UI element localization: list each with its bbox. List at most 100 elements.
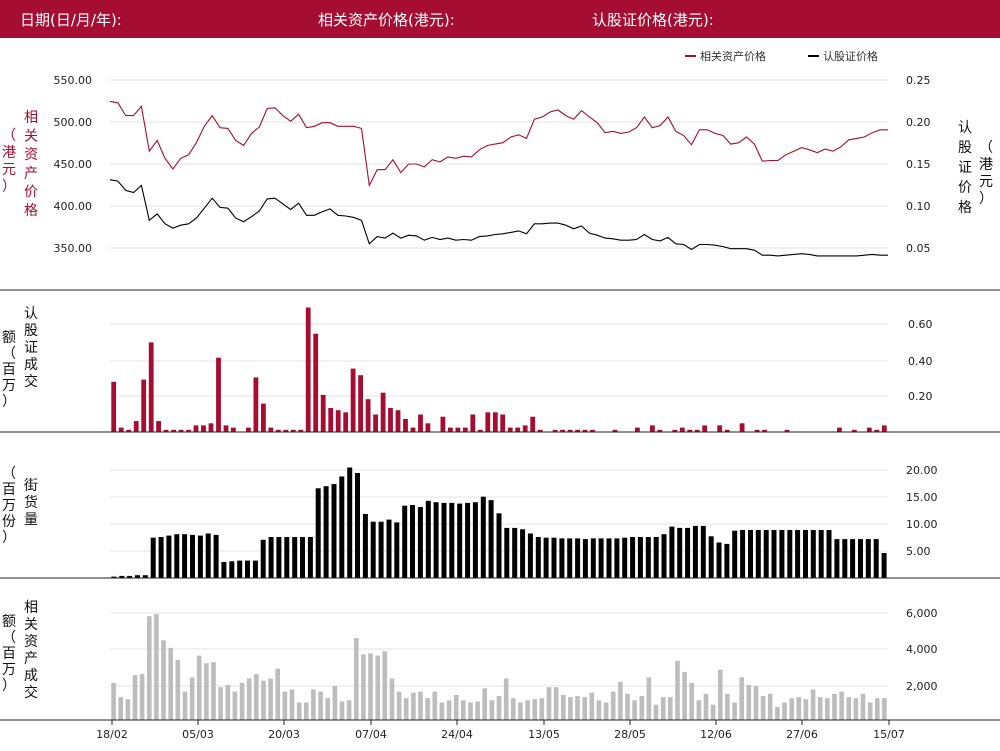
asset-turnover-bar bbox=[625, 693, 630, 720]
asset-turnover-tick-label: 2,000 bbox=[906, 680, 938, 693]
warrant-turnover-bar bbox=[246, 427, 251, 432]
outstanding-bar bbox=[653, 537, 659, 578]
asset-turnover-bar bbox=[789, 698, 794, 720]
outstanding-bar bbox=[323, 486, 329, 578]
warrant-turnover-bar bbox=[448, 427, 453, 432]
outstanding-bar bbox=[661, 534, 667, 578]
asset-turnover-bar bbox=[475, 701, 480, 720]
warrant-turnover-bar bbox=[837, 427, 842, 432]
outstanding-bar bbox=[496, 513, 502, 578]
warrant-turnover-bar bbox=[418, 414, 423, 432]
asset-turnover-bar bbox=[732, 702, 737, 720]
asset-turnover-bar bbox=[446, 700, 452, 720]
warrant-turnover-bar bbox=[462, 427, 468, 432]
asset-turnover-tick-label: 6,000 bbox=[906, 607, 938, 620]
outstanding-bar bbox=[237, 560, 243, 578]
warrant-turnover-bar bbox=[515, 427, 521, 432]
asset-turnover-bar bbox=[254, 674, 259, 720]
left-tick-label: 400.00 bbox=[54, 200, 93, 213]
outstanding-bar bbox=[622, 537, 628, 578]
warrant-turnover-bar bbox=[425, 423, 431, 432]
asset-turnover-bar bbox=[810, 689, 816, 720]
warrant-turnover-bar bbox=[881, 425, 887, 432]
outstanding-bar bbox=[527, 533, 533, 578]
asset-turnover-bar bbox=[147, 616, 152, 720]
outstanding-bar bbox=[213, 534, 219, 578]
right-tick-label: 0.05 bbox=[906, 242, 931, 255]
outstanding-tick-label: 15.00 bbox=[906, 491, 938, 504]
outstanding-bar bbox=[575, 538, 581, 578]
outstanding-bar bbox=[229, 561, 235, 578]
warrant-turnover-bar bbox=[201, 425, 206, 432]
outstanding-bar bbox=[740, 530, 746, 578]
x-tick-label: 20/03 bbox=[268, 728, 300, 741]
asset-turnover-bar bbox=[867, 702, 873, 720]
outstanding-bar bbox=[252, 560, 258, 578]
warrant-turnover-bar bbox=[223, 425, 229, 432]
asset-turnover-bar bbox=[339, 701, 345, 720]
warrant-turnover-bar bbox=[507, 427, 513, 432]
warrant-turnover-bar bbox=[111, 381, 117, 432]
asset-turnover-bar bbox=[218, 687, 223, 720]
x-tick-label: 05/03 bbox=[182, 728, 214, 741]
warrant-price-line bbox=[109, 179, 888, 257]
asset-turnover-bar bbox=[239, 682, 245, 720]
x-tick-label: 24/04 bbox=[441, 728, 473, 741]
outstanding-bar bbox=[779, 530, 785, 578]
asset-turnover-bar bbox=[389, 678, 395, 720]
outstanding-bar bbox=[834, 539, 840, 578]
asset-turnover-bar bbox=[125, 699, 131, 720]
outstanding-bar bbox=[221, 562, 227, 578]
warrant-turnover-bar bbox=[717, 425, 723, 432]
asset-turnover-bar bbox=[610, 691, 616, 720]
outstanding-bar bbox=[292, 537, 298, 578]
asset-turnover-bar bbox=[746, 685, 752, 720]
asset-turnover-bar bbox=[646, 677, 652, 720]
outstanding-bar bbox=[755, 530, 761, 578]
warrant-turnover-bar bbox=[403, 418, 408, 432]
warrant-turnover-bar bbox=[739, 423, 745, 432]
outstanding-bar bbox=[347, 467, 353, 578]
asset-turnover-bar bbox=[175, 659, 181, 720]
outstanding-bar bbox=[818, 530, 824, 578]
outstanding-bar bbox=[331, 484, 337, 578]
outstanding-bar bbox=[598, 538, 604, 578]
left-tick-label: 350.00 bbox=[54, 242, 93, 255]
asset-turnover-bar bbox=[311, 689, 316, 720]
warrant-turnover-bar bbox=[208, 423, 214, 432]
outstanding-bar bbox=[700, 525, 706, 578]
outstanding-bar bbox=[606, 538, 612, 578]
left-axis-label: 相关资产价格（港元） bbox=[2, 110, 38, 219]
asset-turnover-bar bbox=[882, 698, 887, 720]
asset-turnover-bar bbox=[782, 702, 787, 720]
asset-turnover-bar bbox=[368, 653, 373, 720]
outstanding-bar bbox=[150, 537, 156, 578]
asset-turnover-bar bbox=[689, 682, 694, 720]
asset-turnover-bar bbox=[632, 700, 637, 720]
outstanding-bar bbox=[685, 527, 691, 578]
asset-turnover-bar bbox=[154, 614, 159, 720]
outstanding-bar bbox=[716, 542, 722, 578]
outstanding-bar bbox=[504, 527, 510, 578]
warrant-turnover-bar bbox=[866, 427, 872, 432]
outstanding-bar bbox=[425, 500, 431, 578]
warrant-turnover-bar bbox=[358, 375, 363, 432]
outstanding-bar bbox=[449, 502, 455, 578]
asset-turnover-bar bbox=[589, 692, 595, 720]
asset-turnover-bar bbox=[639, 696, 645, 720]
outstanding-bar bbox=[260, 539, 266, 578]
asset-turnover-bar bbox=[332, 686, 338, 720]
asset-turnover-bar bbox=[468, 702, 473, 720]
outstanding-bar bbox=[370, 521, 376, 578]
asset-turnover-bar bbox=[710, 704, 716, 720]
chart-area: 550.00 0.25 500.00 0.20 450.00 0.15 400.00 0.10… bbox=[0, 49, 1000, 741]
outstanding-bar bbox=[826, 530, 832, 578]
left-tick-label: 500.00 bbox=[54, 116, 93, 129]
warrant-turnover-bar bbox=[193, 425, 199, 432]
outstanding-bar bbox=[771, 530, 777, 578]
asset-turnover-bar bbox=[660, 697, 666, 720]
outstanding-bar bbox=[441, 502, 447, 578]
outstanding-axis-label: 街货量（百万份） bbox=[2, 466, 38, 546]
warrant-turnover-bar bbox=[350, 368, 356, 432]
date-label: 日期(日/月/年): bbox=[20, 11, 122, 29]
